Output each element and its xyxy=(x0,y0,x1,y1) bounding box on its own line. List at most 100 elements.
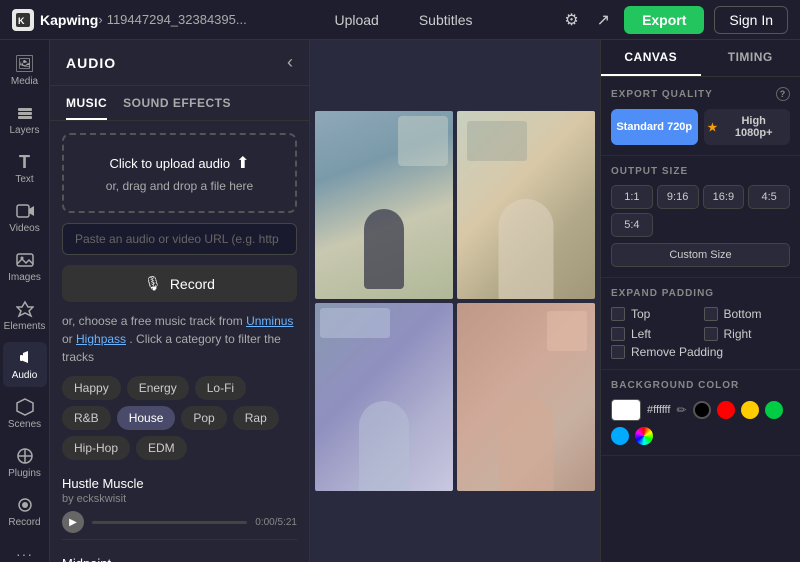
color-swatch-yellow[interactable] xyxy=(741,401,759,419)
size-btn-16-9[interactable]: 16:9 xyxy=(703,185,745,209)
color-swatch-red[interactable] xyxy=(717,401,735,419)
track-0-progress[interactable] xyxy=(92,521,247,524)
videos-icon xyxy=(15,201,35,221)
highpass-link[interactable]: Highpass xyxy=(76,332,126,346)
color-preview[interactable] xyxy=(611,399,641,421)
upload-main-text: Click to upload audio ⬆ xyxy=(109,153,249,173)
canvas-grid xyxy=(315,111,595,491)
tab-timing[interactable]: TIMING xyxy=(701,40,800,76)
subtitles-button[interactable]: Subtitles xyxy=(411,8,481,32)
settings-icon[interactable]: ⚙ xyxy=(560,6,582,34)
tag-lofi[interactable]: Lo-Fi xyxy=(195,376,246,400)
custom-size-button[interactable]: Custom Size xyxy=(611,243,790,267)
sidebar-item-elements[interactable]: Elements xyxy=(3,293,47,338)
app-name: Kapwing xyxy=(40,12,98,28)
sidebar-item-images[interactable]: Images xyxy=(3,244,47,289)
padding-right-checkbox[interactable] xyxy=(704,327,718,341)
tag-hiphop[interactable]: Hip-Hop xyxy=(62,436,130,460)
sidebar-label-videos: Videos xyxy=(9,223,39,234)
remove-padding-option[interactable]: Remove Padding xyxy=(611,345,790,359)
size-btn-9-16[interactable]: 9:16 xyxy=(657,185,699,209)
padding-grid: Top Bottom Left Right xyxy=(611,307,790,341)
padding-left-option[interactable]: Left xyxy=(611,327,698,341)
audio-upload-area[interactable]: Click to upload audio ⬆ or, drag and dro… xyxy=(62,133,297,213)
collapse-panel-button[interactable]: ‹ xyxy=(287,52,293,73)
canvas-photo-4[interactable] xyxy=(457,303,595,491)
tag-pop[interactable]: Pop xyxy=(181,406,226,430)
sidebar-label-audio: Audio xyxy=(12,370,38,381)
right-panel-tabs: CANVAS TIMING xyxy=(601,40,800,77)
tag-house[interactable]: House xyxy=(117,406,176,430)
tag-energy[interactable]: Energy xyxy=(127,376,189,400)
tab-canvas[interactable]: CANVAS xyxy=(601,40,701,76)
layers-icon xyxy=(15,103,35,123)
canvas-photo-1[interactable] xyxy=(315,111,453,299)
padding-bottom-option[interactable]: Bottom xyxy=(704,307,791,321)
size-btn-4-5[interactable]: 4:5 xyxy=(748,185,790,209)
share-icon[interactable]: ↗ xyxy=(593,6,614,34)
url-input[interactable] xyxy=(62,223,297,255)
breadcrumb-sep: › xyxy=(98,12,102,27)
record-button[interactable]: 🎙 Record xyxy=(62,265,297,302)
tag-rap[interactable]: Rap xyxy=(233,406,279,430)
padding-left-checkbox[interactable] xyxy=(611,327,625,341)
tag-rnb[interactable]: R&B xyxy=(62,406,111,430)
audio-panel-header: AUDIO ‹ xyxy=(50,40,309,86)
sidebar-item-audio[interactable]: Audio xyxy=(3,342,47,387)
track-0-play-button[interactable]: ▶ xyxy=(62,511,84,533)
canvas-photo-2[interactable] xyxy=(457,111,595,299)
quality-standard-button[interactable]: Standard 720p xyxy=(611,109,698,145)
export-quality-help-icon[interactable]: ? xyxy=(776,87,790,101)
topbar: K Kapwing › 119447294_32384395... Upload… xyxy=(0,0,800,40)
export-button[interactable]: Export xyxy=(624,6,704,34)
color-gradient-swatch[interactable] xyxy=(635,427,653,445)
padding-top-checkbox[interactable] xyxy=(611,307,625,321)
padding-right-option[interactable]: Right xyxy=(704,327,791,341)
scenes-icon xyxy=(15,397,35,417)
color-swatch-green[interactable] xyxy=(765,401,783,419)
sidebar-item-text[interactable]: T Text xyxy=(3,146,47,191)
size-btn-5-4[interactable]: 5:4 xyxy=(611,213,653,237)
background-color-section: BACKGROUND COLOR #ffffff ✏ xyxy=(601,370,800,456)
remove-padding-checkbox[interactable] xyxy=(611,345,625,359)
color-swatch-black[interactable] xyxy=(693,401,711,419)
tab-music[interactable]: MUSIC xyxy=(66,96,107,120)
canvas-area xyxy=(310,40,600,562)
color-edit-icon[interactable]: ✏ xyxy=(676,403,686,417)
free-music-desc: or, choose a free music track from Unmin… xyxy=(62,312,297,366)
audio-icon xyxy=(15,348,35,368)
sidebar-label-text: Text xyxy=(15,174,33,185)
tab-sound-effects[interactable]: SOUND EFFECTS xyxy=(123,96,231,120)
sidebar-label-scenes: Scenes xyxy=(8,419,41,430)
size-btn-1-1[interactable]: 1:1 xyxy=(611,185,653,209)
output-size-title: OUTPUT SIZE xyxy=(611,166,790,177)
tag-happy[interactable]: Happy xyxy=(62,376,121,400)
sidebar-item-scenes[interactable]: Scenes xyxy=(3,391,47,436)
audio-panel-title: AUDIO xyxy=(66,55,116,71)
tag-edm[interactable]: EDM xyxy=(136,436,187,460)
canvas-photo-3[interactable] xyxy=(315,303,453,491)
sidebar-item-more[interactable]: ··· More xyxy=(3,538,47,562)
upload-text-label: Click to upload audio xyxy=(109,156,230,171)
track-0-author: by eckskwisit xyxy=(62,493,297,505)
svg-text:K: K xyxy=(18,16,25,26)
upload-button[interactable]: Upload xyxy=(326,8,386,32)
record-button-label: Record xyxy=(170,276,215,292)
export-quality-title: EXPORT QUALITY ? xyxy=(611,87,790,101)
padding-top-label: Top xyxy=(631,307,650,321)
sidebar-item-media[interactable]: 🖼 Media xyxy=(3,48,47,93)
record-icon xyxy=(15,495,35,515)
quality-premium-button[interactable]: ★ High 1080p+ xyxy=(704,109,791,145)
color-swatch-blue[interactable] xyxy=(611,427,629,445)
sidebar-item-videos[interactable]: Videos xyxy=(3,195,47,240)
signin-button[interactable]: Sign In xyxy=(714,6,788,34)
star-icon: ★ xyxy=(708,121,718,134)
app-logo[interactable]: K Kapwing xyxy=(12,9,98,31)
unminus-link[interactable]: Unminus xyxy=(246,314,293,328)
sidebar-item-layers[interactable]: Layers xyxy=(3,97,47,142)
padding-right-label: Right xyxy=(724,327,752,341)
padding-bottom-checkbox[interactable] xyxy=(704,307,718,321)
sidebar-item-plugins[interactable]: Plugins xyxy=(3,440,47,485)
padding-top-option[interactable]: Top xyxy=(611,307,698,321)
sidebar-item-record[interactable]: Record xyxy=(3,489,47,534)
